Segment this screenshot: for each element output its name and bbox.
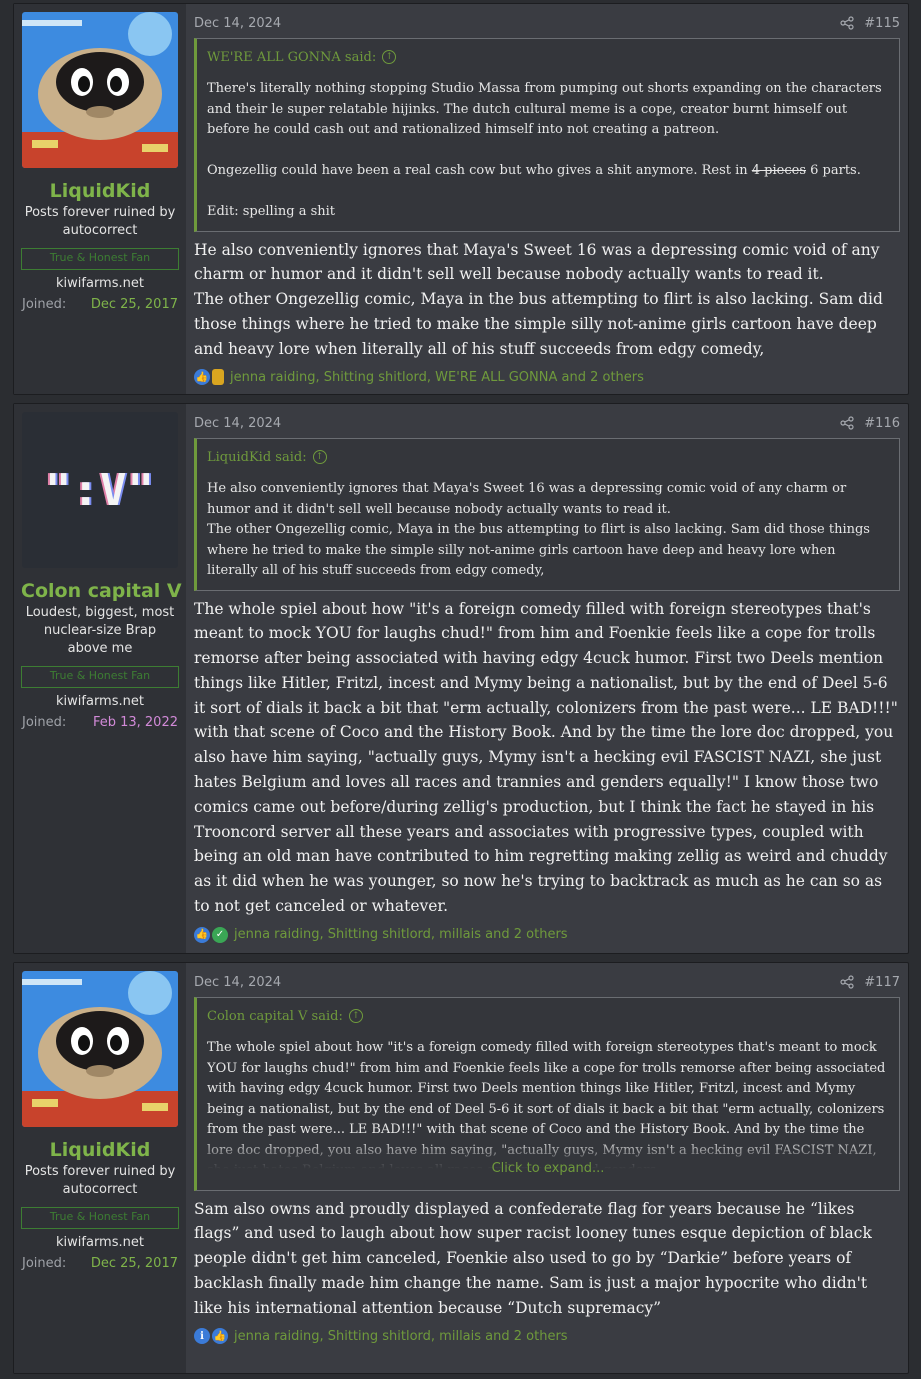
post-116: ":V" Colon capital V Loudest, biggest, m… <box>13 403 909 954</box>
quote-text: The whole spiel about how "it's a foreig… <box>207 1038 889 1182</box>
post-number[interactable]: #115 <box>864 16 900 31</box>
username[interactable]: Colon capital V <box>21 579 182 603</box>
quote-paragraph: He also conveniently ignores that Maya's… <box>207 481 847 517</box>
quote-author[interactable]: WE'RE ALL GONNA said: <box>207 50 376 65</box>
struck-text: 4 pieces <box>751 163 806 178</box>
joined-label: Joined: <box>22 297 67 312</box>
arrow-up-icon[interactable]: ↑ <box>348 1009 363 1023</box>
quote-paragraph: Edit: spelling a shit <box>207 204 336 219</box>
post-body: Dec 14, 2024 #115 WE'RE ALL GONNA said: … <box>186 4 908 394</box>
arrow-up-icon[interactable]: ↑ <box>382 50 397 64</box>
reactions-bar[interactable]: 👍 ✓ jenna raiding, Shitting shitlord, mi… <box>194 926 900 943</box>
post-date[interactable]: Dec 14, 2024 <box>194 16 281 31</box>
post-117: LiquidKid Posts forever ruined by autoco… <box>13 962 909 1374</box>
quote-paragraph: Ongezellig could have been a real cash c… <box>207 163 861 178</box>
quote-paragraph: The other Ongezellig comic, Maya in the … <box>207 522 870 578</box>
user-title: Loudest, biggest, most nuclear-size Brap… <box>25 605 175 656</box>
reactions-bar[interactable]: i 👍 jenna raiding, Shitting shitlord, mi… <box>194 1328 900 1345</box>
info-icon: i <box>194 1328 210 1345</box>
avatar[interactable]: ":V" <box>22 412 178 568</box>
quote-author[interactable]: LiquidKid said: <box>207 450 307 465</box>
reaction-users[interactable]: jenna raiding, Shitting shitlord, WE'RE … <box>230 370 644 385</box>
joined-label: Joined: <box>22 1256 67 1271</box>
check-icon: ✓ <box>212 926 228 943</box>
user-panel: LiquidKid Posts forever ruined by autoco… <box>14 4 186 394</box>
user-banner: True & Honest Fan <box>21 1207 179 1229</box>
post-meta: Dec 14, 2024 #116 <box>194 412 900 434</box>
joined-date: Feb 13, 2022 <box>92 715 178 730</box>
click-to-expand-link[interactable]: Click to expand... <box>492 1159 605 1180</box>
quote-block: Colon capital V said: ↑ The whole spiel … <box>194 997 900 1191</box>
post-body: Dec 14, 2024 #117 Colon capital V said: … <box>186 963 908 1373</box>
quote-header[interactable]: Colon capital V said: ↑ <box>207 1006 889 1026</box>
joined-label: Joined: <box>22 715 67 730</box>
message-body: The whole spiel about how "it's a foreig… <box>194 597 900 919</box>
user-panel: ":V" Colon capital V Loudest, biggest, m… <box>14 404 186 953</box>
quote-block: WE'RE ALL GONNA said: ↑ There's literall… <box>194 38 900 232</box>
like-icon: 👍 <box>194 369 210 386</box>
like-icon: 👍 <box>194 926 210 943</box>
post-date[interactable]: Dec 14, 2024 <box>194 975 281 990</box>
post-meta: Dec 14, 2024 #115 <box>194 12 900 34</box>
joined-row: Joined: Feb 13, 2022 <box>21 714 179 732</box>
message-line: He also conveniently ignores that Maya's… <box>194 240 880 284</box>
message-line: The other Ongezellig comic, Maya in the … <box>194 290 883 358</box>
like-icon: 👍 <box>212 1328 228 1345</box>
user-site: kiwifarms.net <box>56 694 144 709</box>
user-title: Posts forever ruined by autocorrect <box>24 1164 176 1197</box>
user-title: Posts forever ruined by autocorrect <box>24 205 176 238</box>
post-115: LiquidKid Posts forever ruined by autoco… <box>13 3 909 395</box>
message-line: The whole spiel about how "it's a foreig… <box>194 599 898 916</box>
quote-paragraph: There's literally nothing stopping Studi… <box>207 81 882 137</box>
quote-header[interactable]: LiquidKid said: ↑ <box>207 447 889 467</box>
joined-date: Dec 25, 2017 <box>90 1256 178 1271</box>
user-site: kiwifarms.net <box>56 276 144 291</box>
user-banner: True & Honest Fan <box>21 248 179 270</box>
post-number[interactable]: #117 <box>864 975 900 990</box>
quote-text: He also conveniently ignores that Maya's… <box>207 479 889 582</box>
post-date[interactable]: Dec 14, 2024 <box>194 416 281 431</box>
username[interactable]: LiquidKid <box>21 179 179 203</box>
avatar[interactable] <box>22 12 178 168</box>
quote-block: LiquidKid said: ↑ He also conveniently i… <box>194 438 900 591</box>
share-icon[interactable] <box>840 416 854 430</box>
user-banner: True & Honest Fan <box>21 666 179 688</box>
post-meta: Dec 14, 2024 #117 <box>194 971 900 993</box>
message-body: He also conveniently ignores that Maya's… <box>194 238 900 362</box>
share-icon[interactable] <box>840 16 854 30</box>
user-site: kiwifarms.net <box>56 1235 144 1250</box>
reaction-users[interactable]: jenna raiding, Shitting shitlord, millai… <box>234 927 568 942</box>
message-body: Sam also owns and proudly displayed a co… <box>194 1197 900 1321</box>
quote-header[interactable]: WE'RE ALL GONNA said: ↑ <box>207 47 889 67</box>
medal-icon <box>212 369 224 386</box>
joined-row: Joined: Dec 25, 2017 <box>21 1255 179 1273</box>
message-line: Sam also owns and proudly displayed a co… <box>194 1199 872 1317</box>
avatar-text: ":V" <box>45 464 155 516</box>
avatar[interactable] <box>22 971 178 1127</box>
joined-row: Joined: Dec 25, 2017 <box>21 296 179 314</box>
quote-author[interactable]: Colon capital V said: <box>207 1009 343 1024</box>
post-body: Dec 14, 2024 #116 LiquidKid said: ↑ He a… <box>186 404 908 953</box>
reactions-bar[interactable]: 👍 jenna raiding, Shitting shitlord, WE'R… <box>194 369 900 386</box>
joined-date: Dec 25, 2017 <box>90 297 178 312</box>
quote-text: There's literally nothing stopping Studi… <box>207 79 889 223</box>
username[interactable]: LiquidKid <box>21 1138 179 1162</box>
quote-fade: Click to expand... <box>207 1137 889 1182</box>
user-panel: LiquidKid Posts forever ruined by autoco… <box>14 963 186 1373</box>
arrow-up-icon[interactable]: ↑ <box>312 450 327 464</box>
post-number[interactable]: #116 <box>864 416 900 431</box>
reaction-users[interactable]: jenna raiding, Shitting shitlord, millai… <box>234 1329 568 1344</box>
share-icon[interactable] <box>840 975 854 989</box>
